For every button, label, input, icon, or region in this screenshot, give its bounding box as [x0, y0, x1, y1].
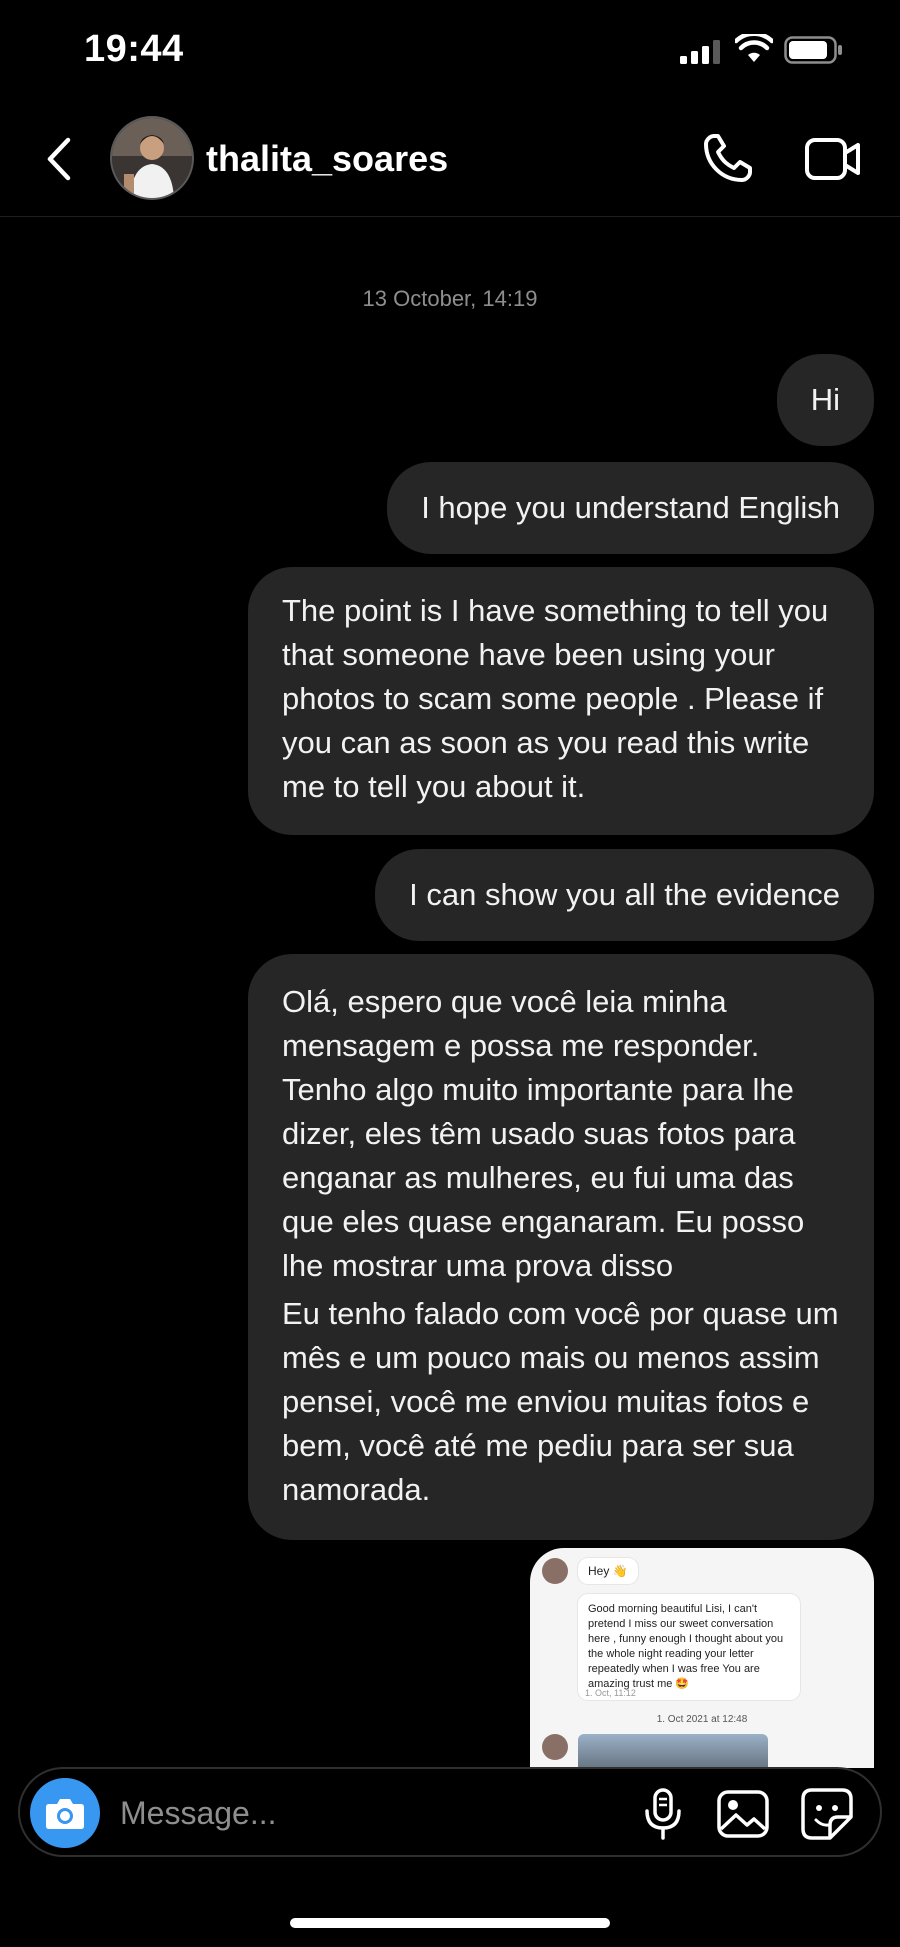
screenshot-message-bubble: Good morning beautiful Lisi, I can't pre… — [578, 1594, 800, 1700]
avatar[interactable] — [110, 116, 194, 200]
screenshot-avatar — [542, 1558, 568, 1584]
microphone-icon[interactable] — [640, 1787, 686, 1841]
sent-message-bubble[interactable]: The point is I have something to tell yo… — [248, 567, 874, 835]
sent-message-bubble[interactable]: Olá, espero que você leia minha mensagem… — [248, 954, 874, 1540]
wifi-icon — [735, 34, 773, 62]
username[interactable]: thalita_soares — [206, 138, 448, 180]
screenshot-hey-bubble: Hey 👋 — [578, 1558, 638, 1584]
home-indicator[interactable] — [290, 1918, 610, 1928]
video-camera-icon[interactable] — [804, 134, 862, 184]
message-paragraph: Eu tenho falado com você por quase um mê… — [282, 1296, 839, 1507]
chat-header: thalita_soares — [0, 100, 900, 217]
shared-screenshot[interactable]: Hey 👋 Good morning beautiful Lisi, I can… — [530, 1548, 874, 1768]
back-arrow-icon[interactable] — [38, 134, 82, 184]
status-time: 19:44 — [84, 28, 184, 70]
screenshot-date: 1. Oct 2021 at 12:48 — [656, 1714, 748, 1725]
cellular-signal-icon — [680, 40, 720, 64]
gallery-icon[interactable] — [716, 1789, 770, 1839]
sent-message-bubble[interactable]: I hope you understand English — [387, 462, 874, 554]
message-input[interactable] — [118, 1787, 622, 1839]
phone-icon[interactable] — [700, 130, 756, 186]
screenshot-meta: 1. Oct, 11:12 — [585, 1688, 636, 1698]
screenshot-avatar — [542, 1734, 568, 1760]
screenshot-photo — [578, 1734, 768, 1768]
profile-photo — [112, 118, 192, 198]
sent-message-bubble[interactable]: I can show you all the evidence — [375, 849, 874, 941]
message-timestamp: 13 October, 14:19 — [362, 286, 538, 311]
battery-icon — [784, 36, 842, 64]
camera-icon — [46, 1799, 84, 1829]
status-bar: 19:44 — [0, 0, 900, 100]
sent-message-bubble[interactable]: Hi — [776, 354, 874, 446]
sticker-icon[interactable] — [800, 1787, 854, 1841]
message-paragraph: Olá, espero que você leia minha mensagem… — [282, 984, 805, 1283]
camera-button[interactable] — [30, 1778, 100, 1848]
message-composer — [18, 1767, 882, 1857]
